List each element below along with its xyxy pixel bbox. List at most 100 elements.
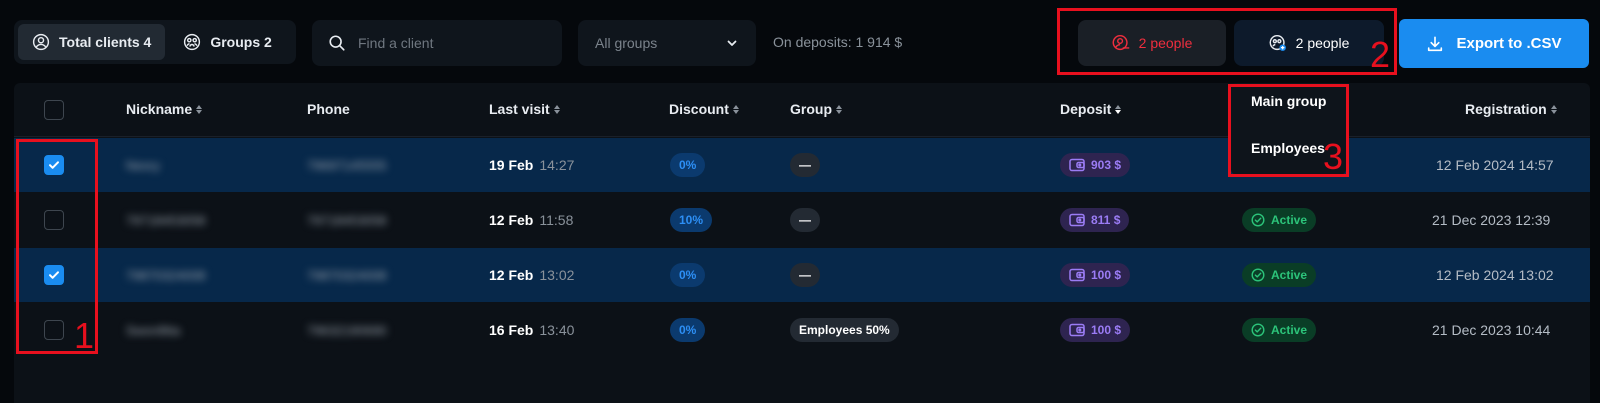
select-all-checkbox[interactable]	[44, 100, 64, 120]
tab-groups[interactable]: Groups 2	[169, 24, 285, 60]
sort-icon	[732, 104, 739, 114]
discount-badge: 0%	[670, 263, 706, 287]
discount-cell: 0%	[670, 248, 706, 302]
wallet-icon	[1069, 268, 1085, 282]
deposit-value: 100 $	[1091, 323, 1122, 337]
select-all-cell	[44, 83, 64, 137]
deposit-cell: 903 $	[1060, 138, 1131, 192]
chevron-down-icon	[727, 40, 737, 46]
table-row[interactable]: Nesry 79697145555 19 Feb 14:27 0% — 903 $…	[14, 138, 1590, 192]
phone: 79870324008	[307, 267, 387, 283]
status-badge: Active	[1242, 318, 1317, 342]
last-visit: 12 Feb 13:02	[489, 248, 574, 302]
search-input[interactable]	[358, 35, 538, 51]
column-discount-label: Discount	[669, 101, 729, 117]
status-label: Active	[1271, 213, 1308, 227]
sort-icon	[553, 104, 560, 114]
nickname: 79870324008	[126, 267, 206, 283]
deposit-badge: 100 $	[1060, 318, 1131, 342]
check-circle-icon	[1251, 268, 1265, 282]
last-visit: 16 Feb 13:40	[489, 303, 574, 357]
deposit-value: 100 $	[1091, 268, 1122, 282]
group-cell: —	[790, 193, 820, 247]
column-registration[interactable]: Registration	[1465, 101, 1557, 117]
nickname: Nesry	[126, 157, 160, 173]
column-nickname[interactable]: Nickname	[126, 101, 203, 117]
column-phone-label: Phone	[307, 101, 350, 117]
sort-icon	[1115, 104, 1122, 114]
visit-date: 19 Feb	[489, 157, 534, 173]
sort-icon	[196, 104, 203, 114]
discount-cell: 10%	[670, 193, 713, 247]
column-registration-label: Registration	[1465, 101, 1547, 117]
group-badge: —	[790, 208, 820, 232]
annotation-number-3: 3	[1323, 136, 1344, 177]
status-badge: Active	[1242, 208, 1317, 232]
status-label: Active	[1271, 323, 1308, 337]
table-row[interactable]: 79718453058 79718453058 12 Feb 11:58 10% …	[14, 193, 1590, 247]
deposit-cell: 811 $	[1060, 193, 1130, 247]
column-nickname-label: Nickname	[126, 101, 193, 117]
visit-date: 16 Feb	[489, 322, 534, 338]
table-header: Nickname Phone Last visit Discount Group…	[14, 83, 1590, 137]
wallet-icon	[1069, 158, 1085, 172]
column-deposit-label: Deposit	[1060, 101, 1112, 117]
registration: 12 Feb 2024 13:02	[1436, 267, 1554, 283]
nickname: Swon8tta	[126, 322, 181, 338]
deposit-cell: 100 $	[1060, 248, 1131, 302]
table-row[interactable]: 79870324008 79870324008 12 Feb 13:02 0% —…	[14, 248, 1590, 302]
group-cell: —	[790, 138, 820, 192]
status-badge: Active	[1242, 263, 1317, 287]
user-circle-icon	[32, 33, 50, 51]
deposits-summary: On deposits: 1 914 $	[773, 34, 903, 50]
tab-total-clients[interactable]: Total clients 4	[18, 24, 166, 60]
discount-badge: 10%	[670, 208, 713, 232]
visit-time: 14:27	[539, 157, 575, 173]
discount-badge: 0%	[670, 318, 706, 342]
annotation-number-1: 1	[74, 315, 95, 356]
column-phone: Phone	[307, 101, 350, 117]
clients-table: Nickname Phone Last visit Discount Group…	[14, 83, 1590, 403]
discount-badge: 0%	[670, 153, 706, 177]
column-deposit[interactable]: Deposit	[1060, 101, 1122, 117]
annotation-box-2	[1057, 8, 1397, 75]
group-badge: —	[790, 263, 820, 287]
column-last-visit-label: Last visit	[489, 101, 550, 117]
client-tabs: Total clients 4 Groups 2	[14, 20, 296, 64]
discount-cell: 0%	[670, 138, 706, 192]
status-cell: Active	[1242, 248, 1317, 302]
column-group[interactable]: Group	[790, 101, 842, 117]
column-discount[interactable]: Discount	[669, 101, 739, 117]
registration: 21 Dec 2023 10:44	[1432, 322, 1551, 338]
tab-total-clients-label: Total clients 4	[59, 34, 152, 50]
export-csv-button[interactable]: Export to .CSV	[1399, 19, 1589, 68]
deposit-value: 811 $	[1091, 213, 1121, 227]
download-icon	[1428, 35, 1443, 51]
group-cell: —	[790, 248, 820, 302]
phone: 79697145555	[307, 157, 387, 173]
group-badge: —	[790, 153, 820, 177]
registration: 12 Feb 2024 14:57	[1436, 157, 1554, 173]
check-circle-icon	[1251, 213, 1265, 227]
column-last-visit[interactable]: Last visit	[489, 101, 560, 117]
deposit-badge: 100 $	[1060, 263, 1131, 287]
visit-date: 12 Feb	[489, 212, 534, 228]
phone: 79718453058	[307, 212, 387, 228]
group-filter-select[interactable]: All groups	[578, 20, 756, 66]
visit-time: 13:02	[539, 267, 575, 283]
deposit-value: 903 $	[1091, 158, 1122, 172]
visit-time: 11:58	[539, 212, 574, 228]
sort-icon	[836, 104, 842, 114]
group-filter-value: All groups	[595, 35, 658, 51]
wallet-icon	[1069, 213, 1085, 227]
status-cell: Active	[1242, 303, 1317, 357]
group-badge: Employees 50%	[790, 318, 899, 342]
status-cell: Active	[1242, 193, 1317, 247]
sort-icon	[1550, 104, 1557, 114]
status-label: Active	[1271, 268, 1308, 282]
annotation-number-2: 2	[1370, 34, 1391, 75]
table-row[interactable]: Swon8tta 79632190690 16 Feb 13:40 0% Empl…	[14, 303, 1590, 357]
registration: 21 Dec 2023 12:39	[1432, 212, 1551, 228]
group-cell: Employees 50%	[790, 303, 899, 357]
discount-cell: 0%	[670, 303, 706, 357]
